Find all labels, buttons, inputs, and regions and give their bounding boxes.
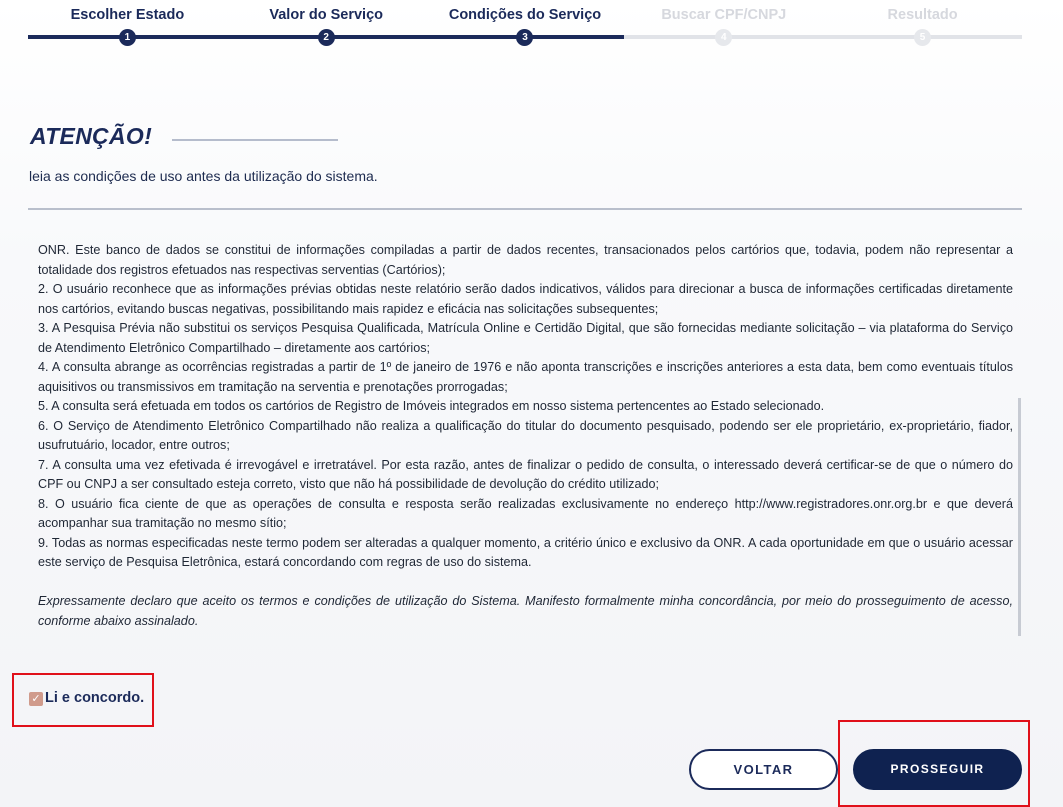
agree-checkbox[interactable]: ✓ Li e concordo. — [29, 689, 144, 706]
back-button[interactable]: VOLTAR — [689, 749, 838, 790]
terms-paragraph: 8. O usuário fica ciente de que as opera… — [38, 496, 1013, 531]
step-number-badge: 1 — [118, 29, 136, 46]
step-valor-do-servico[interactable]: Valor do Serviço 2 — [226, 0, 426, 50]
page-subtitle: leia as condições de uso antes da utiliz… — [29, 168, 378, 184]
step-label: Buscar CPF/CNPJ — [661, 7, 787, 23]
agree-label: Li e concordo. — [45, 689, 145, 706]
step-label: Escolher Estado — [70, 7, 185, 23]
terms-paragraph: 5. A consulta será efetuada em todos os … — [38, 399, 825, 413]
step-label: Valor do Serviço — [269, 7, 384, 23]
attention-title: ATENÇÃO! — [30, 123, 153, 149]
terms-declaration: Expressamente declaro que aceito os term… — [38, 594, 1013, 628]
terms-paragraph: 2. O usuário reconhece que as informaçõe… — [38, 282, 1013, 316]
terms-paragraph: 4. A consulta abrange as ocorrências reg… — [38, 360, 1013, 394]
proceed-highlight-box — [838, 720, 1030, 807]
step-buscar-cpf-cnpj: Buscar CPF/CNPJ 4 — [624, 0, 824, 50]
step-number-badge: 2 — [317, 29, 335, 46]
terms-scrollbar[interactable] — [1018, 398, 1021, 636]
step-label: Resultado — [887, 7, 958, 23]
terms-paragraph: 6. O Serviço de Atendimento Eletrônico C… — [38, 418, 1013, 453]
step-resultado: Resultado 5 — [823, 0, 1022, 50]
title-underline — [172, 139, 338, 141]
step-number-badge: 5 — [914, 29, 932, 46]
terms-text: ONR. Este banco de dados se constitui de… — [38, 241, 1013, 631]
terms-paragraph: ONR. Este banco de dados se constitui de… — [38, 243, 1013, 277]
terms-paragraph: 7. A consulta uma vez efetivada é irrevo… — [38, 457, 1013, 492]
step-condicoes-do-servico[interactable]: Condições do Serviço 3 — [425, 0, 625, 50]
progress-stepper: Escolher Estado 1 Valor do Serviço 2 Con… — [28, 0, 1022, 50]
terms-paragraph: 9. Todas as normas especificadas neste t… — [38, 535, 1013, 570]
step-label: Condições do Serviço — [448, 7, 602, 23]
step-number-badge: 3 — [516, 29, 534, 46]
step-escolher-estado[interactable]: Escolher Estado 1 — [28, 0, 227, 50]
checkbox-checked-icon[interactable]: ✓ — [29, 692, 43, 706]
step-number-badge: 4 — [715, 29, 733, 46]
terms-paragraph: 3. A Pesquisa Prévia não substitui os se… — [38, 321, 1013, 355]
section-divider — [28, 208, 1022, 210]
